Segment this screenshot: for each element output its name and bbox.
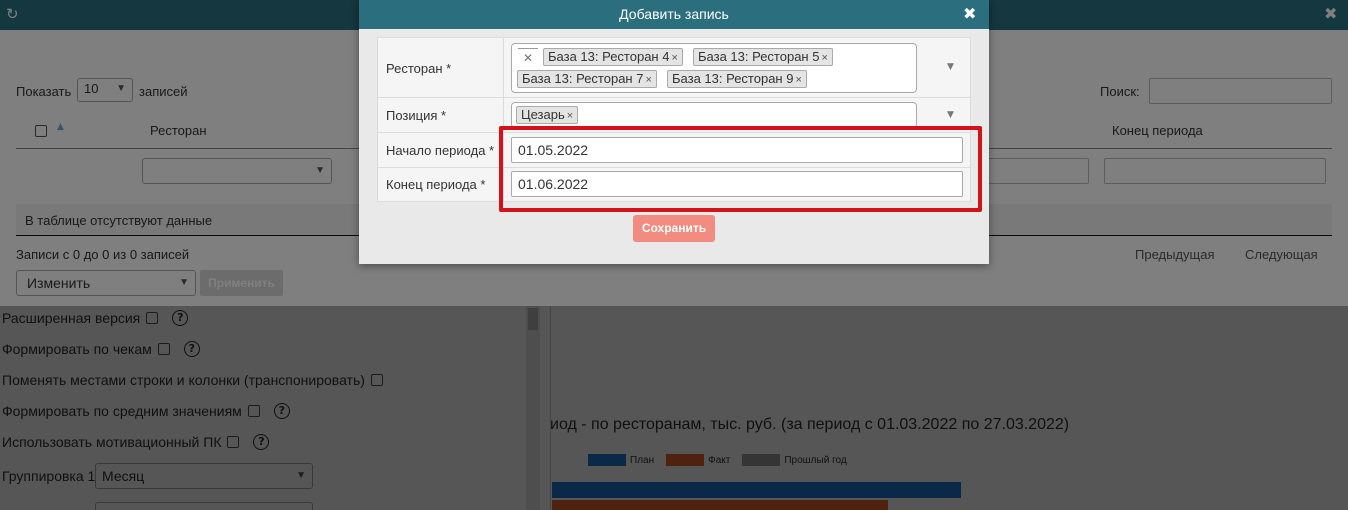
tag-remove-icon[interactable]: ×: [645, 74, 651, 86]
tag-remove-icon[interactable]: ×: [671, 52, 677, 64]
chevron-down-icon[interactable]: ▼: [947, 110, 954, 120]
position-tag: Цезарь ×: [516, 106, 579, 124]
chevron-down-icon[interactable]: ▼: [947, 62, 954, 72]
position-label: Позиция *: [386, 108, 447, 123]
position-multiselect[interactable]: Цезарь ×: [511, 102, 917, 128]
lower-backdrop: [0, 306, 1348, 510]
clear-all-icon[interactable]: ✕: [518, 48, 538, 65]
form-row-divider: [378, 97, 970, 98]
highlight-box: [499, 126, 982, 212]
restaurant-tag: База 13: Ресторан 7 ×: [517, 70, 657, 88]
restaurant-tag: База 13: Ресторан 5 ×: [693, 48, 833, 66]
restaurant-tag: База 13: Ресторан 4 ×: [543, 48, 683, 66]
restaurant-tag: База 13: Ресторан 9 ×: [667, 70, 807, 88]
tag-label: База 13: Ресторан 9: [672, 71, 794, 86]
restaurant-label: Ресторан *: [386, 61, 452, 76]
restaurant-multiselect[interactable]: ✕ База 13: Ресторан 4 × База 13: Ресторан…: [511, 43, 917, 93]
save-button[interactable]: Сохранить: [633, 215, 715, 242]
tag-label: База 13: Ресторан 5: [698, 49, 820, 64]
tag-label: База 13: Ресторан 7: [522, 71, 644, 86]
tag-remove-icon[interactable]: ×: [567, 110, 573, 122]
tag-remove-icon[interactable]: ×: [795, 74, 801, 86]
modal-title: Добавить запись: [619, 6, 729, 22]
start-period-label: Начало периода *: [386, 143, 495, 158]
close-icon[interactable]: ✖: [963, 5, 979, 23]
tag-remove-icon[interactable]: ×: [821, 52, 827, 64]
end-period-label: Конец периода *: [386, 177, 486, 192]
tag-label: База 13: Ресторан 4: [548, 49, 670, 64]
add-record-modal: Добавить запись ✖ Ресторан * ✕ База 13: …: [359, 0, 989, 264]
tag-label: Цезарь: [521, 107, 565, 122]
